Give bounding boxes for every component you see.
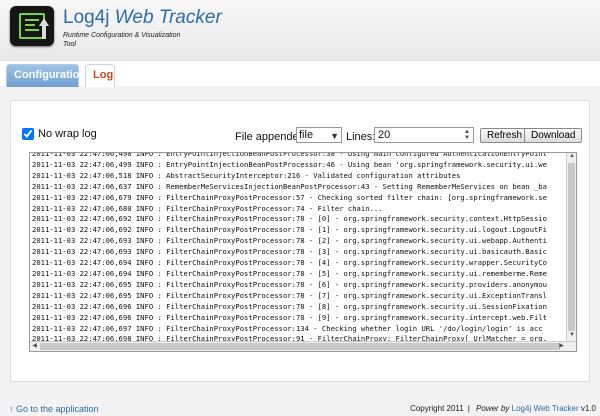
version-text: v1.0 [580, 404, 596, 413]
logo-arrow-stem [42, 25, 46, 39]
nowrap-toggle[interactable]: No wrap log [22, 128, 97, 140]
scroll-left-icon[interactable]: ◀ [30, 342, 39, 351]
tab-bar: Configuration Log [0, 60, 600, 87]
log-line: 2011-11-03 22:47:06,694 INFO : FilterCha… [32, 258, 547, 268]
scroll-up-icon[interactable]: ▲ [567, 153, 576, 162]
scroll-down-icon[interactable]: ▼ [567, 332, 576, 341]
go-to-application-link[interactable]: ↑ Go to the application [9, 404, 99, 414]
copyright-notice: Copyright 2011 | Power by Log4j Web Track… [410, 404, 596, 413]
lines-input[interactable]: 20 ▲ ▼ [374, 127, 474, 143]
log-line: 2011-11-03 22:47:06,693 INFO : FilterCha… [32, 236, 547, 246]
log-line: 2011-11-03 22:47:06,695 INFO : FilterCha… [32, 279, 547, 289]
log-line: 2011-11-03 22:47:06,692 INFO : FilterCha… [32, 225, 547, 235]
log-line: 2011-11-03 22:47:06,637 INFO : RememberM… [32, 181, 547, 191]
horizontal-scrollbar[interactable]: ◀ ▶ [30, 341, 576, 351]
tab-log[interactable]: Log [85, 64, 115, 87]
spinner-icon[interactable]: ▲ ▼ [462, 129, 472, 141]
scroll-thumb[interactable] [568, 163, 575, 331]
lines-value: 20 [378, 129, 391, 141]
log-output[interactable]: 2011-11-03 22:47:06,498 INFO : EntryPoin… [29, 152, 577, 352]
log-line: 2011-11-03 22:47:06,696 INFO : FilterCha… [32, 301, 547, 311]
logo-line [25, 24, 35, 26]
powered-by-text: Power by [476, 404, 510, 413]
nowrap-label: No wrap log [38, 128, 97, 140]
log-line: 2011-11-03 22:47:06,696 INFO : FilterCha… [32, 312, 547, 322]
footer-separator: | [467, 404, 470, 413]
app-title-part2: Web Tracker [114, 7, 222, 28]
lines-label: Lines: [346, 131, 376, 143]
footer: ↑ Go to the application Copyright 2011 | … [0, 400, 600, 416]
copyright-text: Copyright 2011 [410, 404, 464, 413]
logo-line [25, 29, 39, 31]
chevron-down-icon: ▼ [330, 131, 339, 141]
app-header: Log4j Web Tracker Runtime Configuration … [0, 0, 600, 60]
log-line: 2011-11-03 22:47:06,498 INFO : EntryPoin… [32, 152, 547, 158]
app-title: Log4j Web Tracker [63, 7, 222, 29]
file-appender-label: File appender: [235, 131, 306, 143]
scroll-thumb-horizontal[interactable] [40, 343, 560, 350]
brand-link[interactable]: Log4j Web Tracker [512, 404, 579, 413]
app-logo [10, 6, 54, 46]
arrow-up-icon: ↑ [9, 404, 14, 414]
log-line: 2011-11-03 22:47:06,693 INFO : FilterCha… [32, 247, 547, 257]
log-line: 2011-11-03 22:47:06,680 INFO : FilterCha… [32, 203, 383, 213]
refresh-button[interactable]: Refresh [480, 128, 530, 143]
log-line: 2011-11-03 22:47:06,694 INFO : FilterCha… [32, 268, 547, 278]
file-appender-select[interactable]: file ▼ [296, 127, 342, 143]
tab-configuration[interactable]: Configuration [6, 64, 86, 87]
app-title-part1: Log4j [63, 7, 110, 28]
log-line: 2011-11-03 22:47:06,695 INFO : FilterCha… [32, 290, 547, 300]
vertical-scrollbar[interactable]: ▲ ▼ [566, 153, 576, 341]
logo-line [25, 19, 39, 21]
log-lines: 2011-11-03 22:47:06,498 INFO : EntryPoin… [32, 152, 566, 351]
log-line: 2011-11-03 22:47:06,518 INFO : AbstractS… [32, 170, 461, 180]
log-line: 2011-11-03 22:47:06,499 INFO : EntryPoin… [32, 159, 547, 169]
download-button[interactable]: Download [524, 128, 583, 143]
log-line: 2011-11-03 22:47:06,697 INFO : FilterCha… [32, 323, 543, 333]
file-appender-value: file [299, 129, 314, 141]
nowrap-checkbox[interactable] [22, 128, 34, 140]
log-line: 2011-11-03 22:47:06,692 INFO : FilterCha… [32, 214, 547, 224]
log-line: 2011-11-03 22:47:06,679 INFO : FilterCha… [32, 192, 547, 202]
go-to-application-text: Go to the application [16, 404, 99, 414]
scroll-right-icon[interactable]: ▶ [557, 342, 566, 351]
app-tagline: Runtime Configuration & Visualization To… [63, 32, 181, 48]
